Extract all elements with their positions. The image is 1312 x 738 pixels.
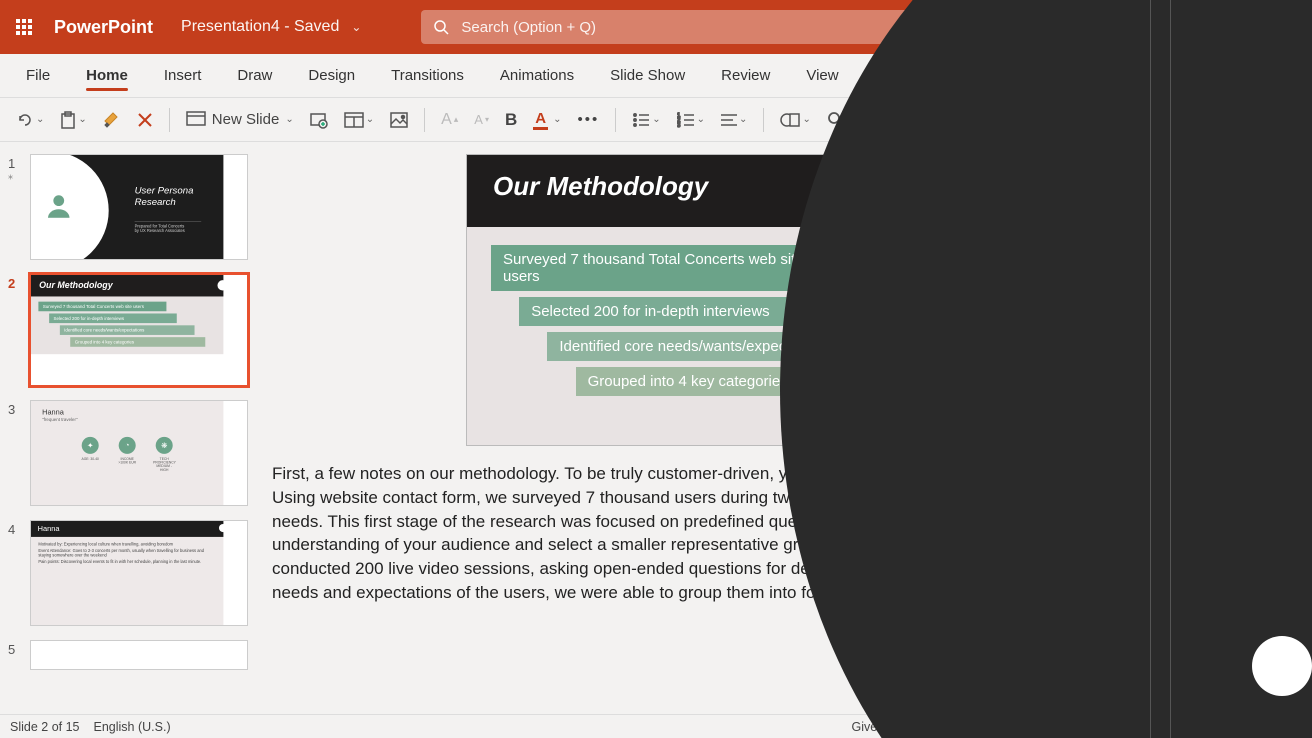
new-slide-label: New Slide — [212, 111, 280, 128]
find-button[interactable] — [821, 107, 851, 133]
editing-mode-button[interactable]: ⌄ — [1007, 61, 1051, 91]
thumb-number: 3 — [8, 400, 30, 506]
tab-transitions[interactable]: Transitions — [373, 54, 482, 97]
tab-file[interactable]: File — [8, 54, 68, 97]
speaker-notes[interactable]: First, a few notes on our methodology. T… — [272, 462, 1155, 605]
font-decrease-button[interactable]: A▾ — [468, 108, 495, 131]
step-2[interactable]: Selected 200 for in-depth interviews — [519, 297, 857, 326]
main-editor-area[interactable]: Our Methodology Surveyed 7 thousand Tota… — [256, 142, 1155, 714]
tab-review[interactable]: Review — [703, 54, 788, 97]
language-indicator[interactable]: English (U.S.) — [94, 720, 171, 734]
bullets-button[interactable]: ⌄ — [626, 108, 666, 132]
app-name: PowerPoint — [54, 17, 153, 38]
normal-view-icon[interactable]: ▢ — [1080, 719, 1092, 735]
step-3[interactable]: Identified core needs/wants/expectations — [547, 332, 904, 361]
slide-title[interactable]: Our Methodology — [467, 155, 985, 227]
tab-animations[interactable]: Animations — [482, 54, 592, 97]
dictate-button[interactable]: ⌄ — [923, 107, 959, 133]
app-launcher-icon[interactable] — [0, 19, 48, 35]
ribbon-tabs: File Home Insert Draw Design Transitions… — [0, 54, 1155, 98]
step-4[interactable]: Grouped into 4 key categories — [576, 367, 933, 396]
tab-view[interactable]: View — [788, 54, 856, 97]
thumb3-tag: "frequent traveler" — [42, 417, 212, 422]
font-increase-button[interactable]: A▴ — [435, 107, 464, 133]
notes-toggle[interactable]: ≐ Notes — [1018, 719, 1066, 735]
thumb-number: 4 — [8, 520, 30, 626]
reuse-slides-button[interactable] — [304, 107, 334, 133]
tab-help[interactable]: Help — [857, 54, 924, 97]
title-bar: PowerPoint Presentation4 - Saved ⌄ — [0, 0, 1155, 54]
slide-canvas[interactable]: Our Methodology Surveyed 7 thousand Tota… — [466, 154, 986, 446]
more-font-button[interactable]: ••• — [572, 107, 606, 132]
shapes-button[interactable]: ⌄ — [774, 107, 816, 133]
undo-button[interactable]: ⌄ — [10, 107, 50, 133]
tab-home[interactable]: Home — [68, 54, 146, 97]
ribbon-toolbar: ⌄ ⌄ New Slide ⌄ ⌄ A▴ A▾ B A⌄ ••• ⌄ 123⌄ … — [0, 98, 1155, 142]
thumb1-sub: Prepared for Total Concerts by UX Resear… — [135, 222, 202, 233]
feedback-link[interactable]: Give Feedback to Microsoft — [851, 720, 1003, 734]
document-name[interactable]: Presentation4 - Saved — [181, 18, 339, 36]
thumbnail-slide-3[interactable]: Hanna "frequent traveler" ✦AGE: 30-40 ◔I… — [30, 400, 248, 506]
font-color-button[interactable]: A⌄ — [527, 106, 567, 134]
tab-insert[interactable]: Insert — [146, 54, 220, 97]
thumb2-title: Our Methodology — [31, 275, 223, 296]
delete-button[interactable] — [131, 108, 159, 132]
thumb1-title: User Persona Research — [135, 185, 224, 208]
reading-view-icon[interactable]: ▭ — [1133, 719, 1145, 735]
thumbnail-slide-2[interactable]: Our Methodology Surveyed 7 thousand Tota… — [30, 274, 248, 386]
search-input[interactable] — [461, 19, 909, 36]
search-icon — [433, 19, 449, 35]
slide-thumbnails-panel[interactable]: 1⁎ User Persona Research Prepared for To… — [0, 142, 256, 714]
align-button[interactable]: ⌄ — [715, 109, 753, 131]
format-painter-button[interactable] — [97, 107, 127, 133]
slide-steps[interactable]: Surveyed 7 thousand Total Concerts web s… — [467, 227, 985, 396]
picture-button[interactable] — [384, 108, 414, 132]
chevron-down-icon[interactable]: ⌄ — [351, 20, 361, 34]
paste-button[interactable]: ⌄ — [54, 107, 92, 133]
thumb-number: 1⁎ — [8, 154, 30, 260]
thumbnail-slide-4[interactable]: Hanna Motivated by: Experiencing local c… — [30, 520, 248, 626]
thumb3-name: Hanna — [42, 408, 212, 417]
tab-draw[interactable]: Draw — [219, 54, 290, 97]
dark-side-panel — [1155, 0, 1312, 738]
assistant-bubble[interactable] — [1252, 636, 1312, 696]
slide-sorter-icon[interactable]: ▦ — [1106, 719, 1118, 735]
bold-button[interactable]: B — [499, 106, 523, 134]
tab-slideshow[interactable]: Slide Show — [592, 54, 703, 97]
thumb4-name: Hanna — [31, 521, 223, 537]
share-button[interactable] — [1059, 61, 1095, 91]
thumb-number: 2 — [8, 274, 30, 386]
slide-counter[interactable]: Slide 2 of 15 — [10, 720, 80, 734]
tab-design[interactable]: Design — [290, 54, 373, 97]
thumbnail-slide-1[interactable]: User Persona Research Prepared for Total… — [30, 154, 248, 260]
designer-button[interactable] — [872, 107, 902, 133]
comments-button[interactable] — [1103, 61, 1139, 91]
thumb-number: 5 — [8, 640, 30, 670]
numbering-button[interactable]: 123⌄ — [671, 108, 711, 132]
step-1[interactable]: Surveyed 7 thousand Total Concerts web s… — [491, 245, 829, 291]
svg-text:3: 3 — [677, 123, 681, 128]
search-box[interactable] — [421, 10, 921, 44]
thumbnail-slide-5[interactable]: Hanna — [30, 640, 248, 670]
new-slide-button[interactable]: New Slide ⌄ — [180, 107, 300, 133]
layout-button[interactable]: ⌄ — [338, 108, 380, 132]
status-bar: Slide 2 of 15 English (U.S.) Give Feedba… — [0, 714, 1155, 738]
